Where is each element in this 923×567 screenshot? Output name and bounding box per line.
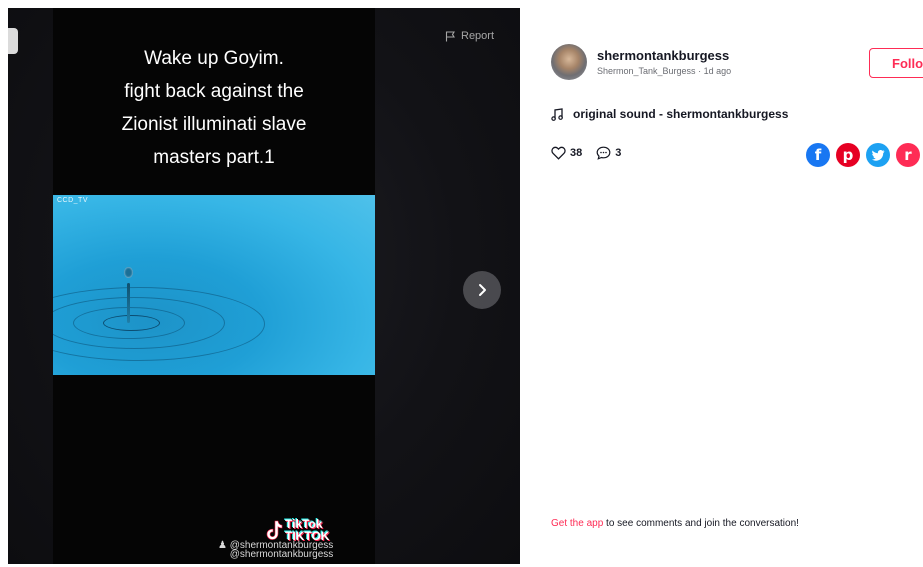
person-icon: ♟ <box>218 540 227 551</box>
inner-watermark: CCD_TV <box>57 197 89 204</box>
get-app-link[interactable]: Get the app <box>551 518 603 529</box>
report-label: Report <box>461 30 495 42</box>
video-frame[interactable]: Wake up Goyim. fight back against the Zi… <box>53 8 375 564</box>
video-player[interactable]: Wake up Goyim. fight back against the Zi… <box>8 8 520 564</box>
share-icons: f p r <box>806 143 920 167</box>
caption-line-1: Wake up Goyim. <box>144 48 284 69</box>
flag-icon <box>445 30 455 41</box>
post-time: 1d ago <box>703 66 732 76</box>
like-count: 38 <box>570 147 583 159</box>
caption-line-3: Zionist illuminati slave <box>121 114 307 135</box>
comment-stat[interactable]: 3 <box>596 146 621 160</box>
heart-icon <box>551 146 566 160</box>
author-display-name: Shermon_Tank_Burgess <box>597 66 696 76</box>
subline-separator: · <box>695 66 704 76</box>
pinterest-icon[interactable]: p <box>836 143 860 167</box>
twitter-bird-shape <box>871 149 884 161</box>
report-button[interactable]: Report <box>445 30 494 42</box>
video-caption: Wake up Goyim. fight back against the Zi… <box>53 42 375 174</box>
previous-edge-icon <box>8 28 18 54</box>
caption-line-2: fight back against the <box>124 81 304 102</box>
get-app-prompt: Get the app to see comments and join the… <box>551 518 799 529</box>
engagement-stats: 38 3 <box>551 146 635 160</box>
splash-drop <box>124 267 133 278</box>
handle-watermark: ♟ @shermontankburgess @shermontankburges… <box>218 540 334 560</box>
post-info-panel: shermontankburgess Shermon_Tank_Burgess … <box>551 0 923 567</box>
music-note-icon <box>551 107 563 121</box>
water-drop-image: CCD_TV <box>53 195 375 375</box>
like-stat[interactable]: 38 <box>551 146 582 160</box>
twitter-icon[interactable] <box>866 143 890 167</box>
follow-button[interactable]: Follow <box>869 48 923 78</box>
facebook-icon[interactable]: f <box>806 143 830 167</box>
handle-line-2: @shermontankburgess <box>229 549 334 560</box>
ripple-shape <box>103 315 160 331</box>
get-app-text: to see comments and join the conversatio… <box>603 518 799 529</box>
chevron-right-icon <box>479 284 486 296</box>
sound-label: original sound - shermontankburgess <box>573 107 789 121</box>
next-video-button[interactable] <box>463 271 501 309</box>
author-username[interactable]: shermontankburgess <box>597 48 729 63</box>
splash-column <box>127 283 130 323</box>
reddit-icon[interactable]: r <box>896 143 920 167</box>
author-subline: Shermon_Tank_Burgess · 1d ago <box>597 66 731 76</box>
avatar[interactable] <box>551 44 587 80</box>
tiktok-post-page: Wake up Goyim. fight back against the Zi… <box>0 0 923 567</box>
sound-link[interactable]: original sound - shermontankburgess <box>551 107 788 121</box>
tiktok-brand-watermark: TikTok TIKTOK <box>285 518 329 542</box>
comment-icon <box>596 146 611 160</box>
caption-line-4: masters part.1 <box>153 147 275 168</box>
comment-count: 3 <box>615 147 622 159</box>
tiktok-logo-icon <box>266 520 283 540</box>
